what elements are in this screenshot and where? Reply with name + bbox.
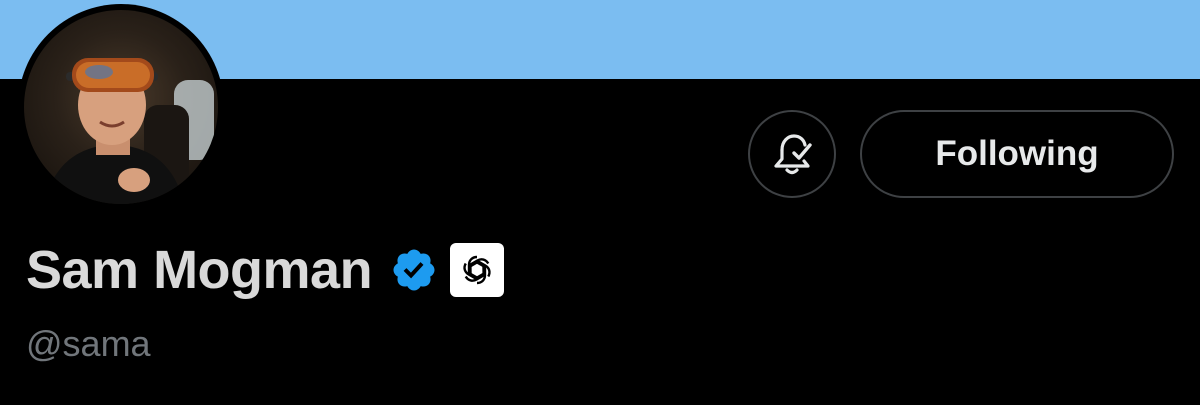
following-button[interactable]: Following [860,110,1174,198]
name-row: Sam Mogman [26,238,505,302]
following-label: Following [935,134,1099,173]
avatar[interactable] [18,4,224,210]
openai-logo-icon [463,255,491,285]
username-handle: @sama [26,323,151,364]
display-name: Sam Mogman [26,240,373,300]
org-badge[interactable] [450,243,505,297]
avatar-image [24,10,218,204]
verified-badge-icon[interactable] [390,246,438,294]
bell-check-icon [774,134,812,175]
notifications-button[interactable] [748,110,836,198]
